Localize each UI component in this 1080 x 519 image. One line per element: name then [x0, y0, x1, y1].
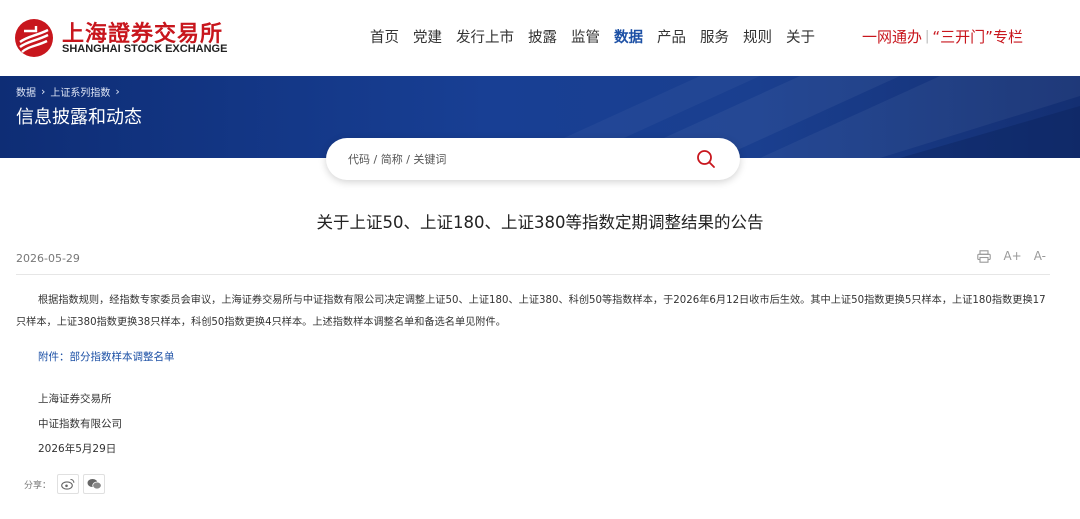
breadcrumb: 数据 › 上证系列指数 › — [16, 84, 125, 99]
search-icon[interactable] — [696, 149, 716, 169]
font-increase-button[interactable]: A+ — [1003, 249, 1021, 263]
signature-sse: 上海证券交易所 — [38, 393, 112, 405]
nav-products[interactable]: 产品 — [657, 26, 686, 46]
logo-english-text: SHANGHAI STOCK EXCHANGE — [62, 43, 228, 55]
one-stop-service-link[interactable]: 一网通办 — [862, 26, 922, 47]
wechat-share-button[interactable] — [83, 474, 106, 494]
weibo-icon — [61, 479, 75, 490]
divider — [16, 274, 1050, 275]
nav-disclosure[interactable]: 披露 — [528, 26, 557, 46]
article-body: 根据指数规则，经指数专家委员会审议，上海证券交易所与中证指数有限公司决定调整上证… — [16, 295, 1046, 328]
main-nav: 首页 党建 发行上市 披露 监管 数据 产品 服务 规则 关于 — [370, 26, 829, 46]
search-input[interactable] — [348, 149, 678, 169]
signature-date: 2026年5月29日 — [38, 443, 117, 455]
share-label: 分享： — [24, 480, 52, 491]
signature-csi: 中证指数有限公司 — [38, 418, 122, 430]
share-bar: 分享： — [24, 474, 109, 494]
nav-home[interactable]: 首页 — [370, 26, 399, 46]
breadcrumb-item-data[interactable]: 数据 — [16, 84, 36, 99]
nav-supervision[interactable]: 监管 — [571, 26, 600, 46]
print-icon[interactable] — [977, 249, 992, 263]
site-header: 上海證券交易所 SHANGHAI STOCK EXCHANGE 首页 党建 发行… — [0, 0, 1080, 76]
weibo-share-button[interactable] — [57, 474, 80, 494]
article-title: 关于上证50、上证180、上证380等指数定期调整结果的公告 — [316, 213, 764, 232]
chevron-right-icon: › — [115, 85, 120, 98]
page-title: 信息披露和动态 — [16, 107, 142, 128]
special-links: 一网通办 | “三开门”专栏 — [862, 26, 1023, 47]
breadcrumb-item-sse-index[interactable]: 上证系列指数 — [50, 84, 110, 99]
nav-party[interactable]: 党建 — [413, 26, 442, 46]
attachment-link[interactable]: 附件：部分指数样本调整名单 — [38, 349, 175, 364]
special-divider: | — [925, 29, 930, 44]
publish-date: 2026-05-29 — [16, 252, 80, 265]
sse-logo[interactable]: 上海證券交易所 SHANGHAI STOCK EXCHANGE — [14, 16, 228, 60]
search-box — [326, 138, 740, 180]
nav-rules[interactable]: 规则 — [743, 26, 772, 46]
sse-logo-icon — [15, 19, 53, 57]
font-decrease-button[interactable]: A- — [1034, 249, 1046, 263]
chevron-right-icon: › — [41, 85, 46, 98]
nav-services[interactable]: 服务 — [700, 26, 729, 46]
nav-data[interactable]: 数据 — [614, 26, 643, 46]
nav-about[interactable]: 关于 — [786, 26, 815, 46]
three-doors-column-link[interactable]: “三开门”专栏 — [932, 26, 1023, 47]
wechat-icon — [87, 479, 102, 490]
article-tools: A+ A- — [965, 249, 1046, 263]
nav-listing[interactable]: 发行上市 — [456, 26, 514, 46]
